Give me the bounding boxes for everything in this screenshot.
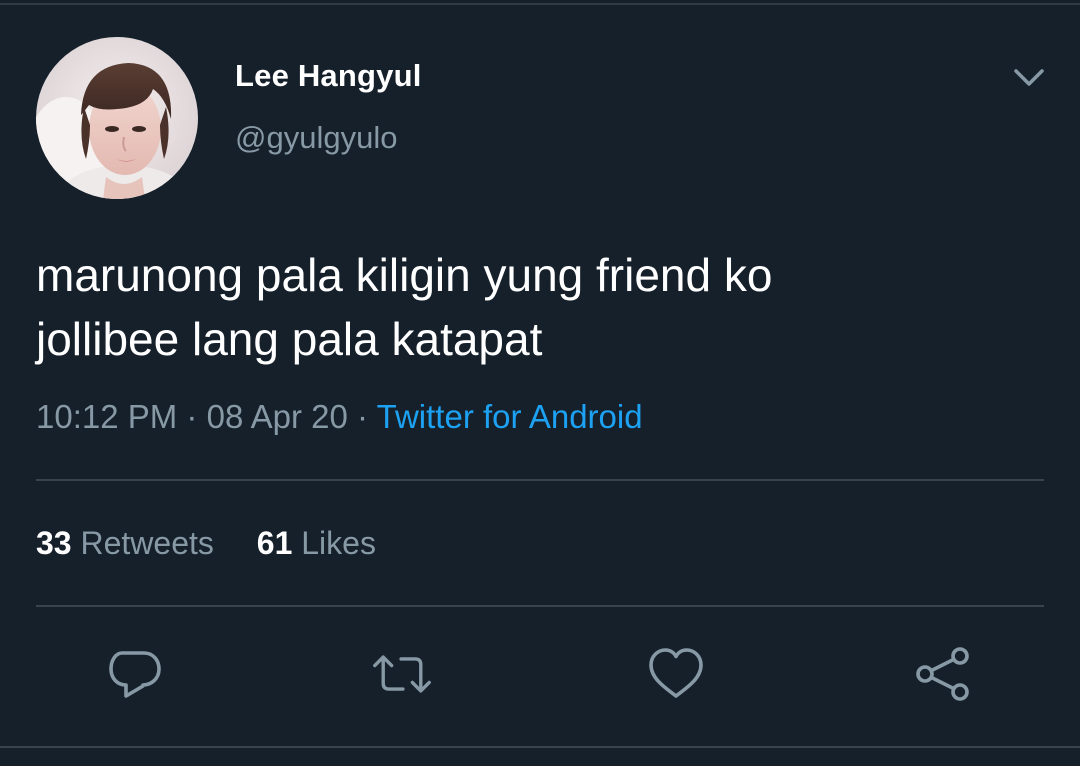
retweet-button[interactable] xyxy=(371,643,433,705)
meta-separator: · xyxy=(186,398,198,435)
tweet-text: marunong pala kiligin yung friend ko jol… xyxy=(36,243,1036,371)
display-name[interactable]: Lee Hangyul xyxy=(235,58,422,94)
likes-stat[interactable]: 61 Likes xyxy=(257,525,376,562)
bottom-divider xyxy=(0,746,1080,748)
top-divider xyxy=(0,3,1080,5)
user-handle[interactable]: @gyulgyulo xyxy=(235,120,397,156)
divider xyxy=(36,479,1044,481)
retweet-icon xyxy=(373,655,431,693)
tweet-date: 08 Apr 20 xyxy=(206,398,348,435)
tweet-time: 10:12 PM xyxy=(36,398,178,435)
tweet-text-line: jollibee lang pala katapat xyxy=(36,313,543,365)
tweet-source-link[interactable]: Twitter for Android xyxy=(377,398,643,435)
retweets-stat[interactable]: 33 Retweets xyxy=(36,525,214,562)
chevron-down-icon[interactable] xyxy=(1012,66,1046,90)
share-icon xyxy=(916,647,969,701)
likes-label: Likes xyxy=(301,525,376,561)
engagement-stats: 33 Retweets 61 Likes xyxy=(36,525,376,562)
divider xyxy=(36,605,1044,607)
share-button[interactable] xyxy=(912,643,974,705)
retweets-label: Retweets xyxy=(80,525,214,561)
tweet-detail: Lee Hangyul @gyulgyulo marunong pala kil… xyxy=(0,0,1080,766)
likes-count: 61 xyxy=(256,525,293,561)
tweet-text-line: marunong pala kiligin yung friend ko xyxy=(36,249,773,301)
reply-icon xyxy=(109,651,161,698)
tweet-meta: 10:12 PM · 08 Apr 20 · Twitter for Andro… xyxy=(36,398,643,436)
meta-separator: · xyxy=(357,398,369,435)
retweets-count: 33 xyxy=(36,525,72,561)
heart-icon xyxy=(649,648,703,698)
like-button[interactable] xyxy=(645,643,707,705)
reply-button[interactable] xyxy=(104,643,166,705)
avatar[interactable] xyxy=(36,37,198,199)
